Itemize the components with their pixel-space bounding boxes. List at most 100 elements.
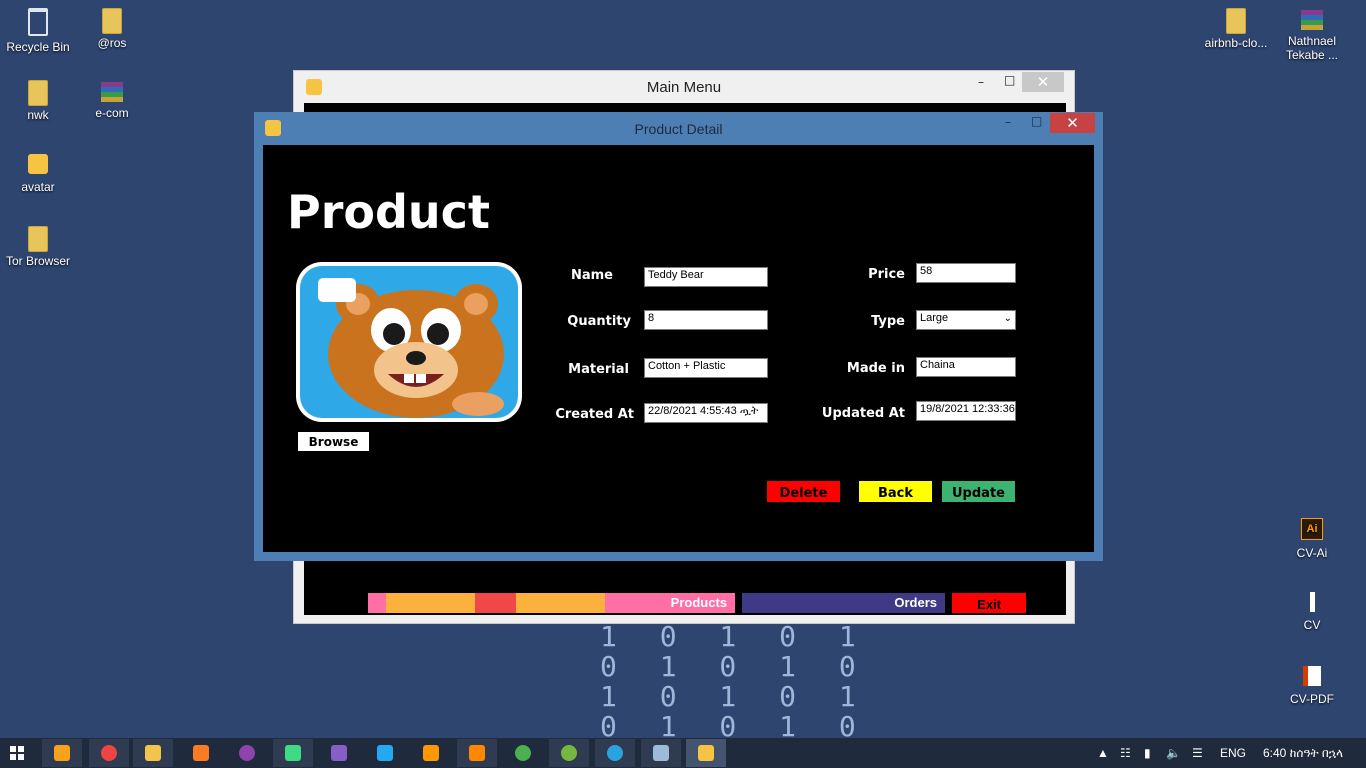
recycle-bin-icon (28, 8, 48, 36)
desktop-icon-e-com[interactable]: e-com (74, 78, 150, 120)
material-label: Material (568, 362, 629, 377)
desktop-icon-nathnael[interactable]: Nathnael Tekabe ... (1274, 6, 1350, 62)
back-button[interactable]: Back (859, 481, 932, 502)
type-label: Type (871, 314, 905, 329)
desktop-icon-label: airbnb-clo... (1204, 36, 1268, 50)
created-at-field[interactable]: 22/8/2021 4:55:43 ጧት (644, 403, 768, 423)
file-explorer-icon[interactable] (133, 739, 173, 767)
orders-bar[interactable]: Orders (742, 593, 945, 613)
product-detail-client: Product Browse Name Teddy Bear Quantity … (263, 145, 1094, 552)
language-indicator[interactable]: ENG (1220, 746, 1246, 760)
desktop-icon-label: CV-PDF (1289, 692, 1334, 706)
desktop-icon-avatar[interactable]: avatar (0, 152, 76, 194)
orders-label: Orders (894, 595, 937, 610)
desktop-icon-label: CV-Ai (1296, 546, 1328, 560)
price-label: Price (868, 267, 905, 282)
quantity-label: Quantity (567, 314, 631, 329)
search-icon[interactable] (42, 739, 82, 767)
page-title: Product (287, 185, 490, 239)
vlc-icon[interactable] (457, 739, 497, 767)
desktop-icon-ros[interactable]: @ros (74, 6, 150, 50)
exit-button[interactable]: Exit (952, 593, 1026, 613)
desktop-icon-label: Tor Browser (5, 254, 70, 268)
illustrator-icon: Ai (1301, 518, 1323, 540)
window-title: Main Menu (646, 79, 722, 96)
network-icon[interactable]: ☷ (1120, 746, 1131, 760)
folder-icon (28, 80, 48, 106)
update-button[interactable]: Update (942, 481, 1015, 502)
updated-at-field[interactable]: 19/8/2021 12:33:36 (916, 401, 1016, 421)
desktop-icon-nwk[interactable]: nwk (0, 78, 76, 122)
window-title: Product Detail (634, 121, 723, 137)
taskbar: ▲ ☷ ▮ 🔈 ☰ ENG 6:40 ከሰዓት በኋላ (0, 738, 1366, 768)
quantity-field[interactable]: 8 (644, 310, 768, 330)
desktop-icon-label: avatar (21, 180, 55, 194)
type-select-value: Large (920, 312, 949, 324)
github-icon[interactable] (227, 739, 267, 767)
document-icon (1309, 592, 1315, 612)
app-icon[interactable] (686, 739, 726, 767)
android-studio-icon[interactable] (273, 739, 313, 767)
chrome-icon[interactable] (89, 739, 129, 767)
minimize-button[interactable]: – (1005, 115, 1011, 129)
archive-icon (101, 82, 123, 102)
desktop-icon-cv[interactable]: CV (1274, 590, 1350, 632)
made-in-field[interactable]: Chaina (916, 357, 1016, 377)
battery-icon[interactable]: ▮ (1144, 746, 1151, 760)
exit-label: Exit (977, 597, 1001, 612)
sublime-icon[interactable] (411, 739, 451, 767)
clock[interactable]: 6:40 ከሰዓት በኋላ (1263, 746, 1343, 761)
close-button[interactable]: ✕ (1050, 113, 1095, 133)
product-image (296, 262, 522, 422)
products-bar[interactable]: Products (368, 593, 735, 613)
created-at-label: Created At (555, 407, 634, 422)
products-label: Products (670, 595, 727, 610)
close-button[interactable]: ✕ (1022, 72, 1064, 92)
made-in-label: Made in (846, 361, 905, 376)
xampp-icon[interactable] (181, 739, 221, 767)
binary-row: 0 1 0 1 0 (600, 650, 869, 683)
chevron-up-icon[interactable]: ▲ (1097, 746, 1109, 760)
desktop-icon-label: Recycle Bin (6, 40, 70, 54)
desktop-icon-label: @ros (97, 36, 127, 50)
desktop-icon-label: e-com (95, 106, 129, 120)
image-icon (28, 154, 48, 174)
message-icon[interactable]: ☰ (1192, 746, 1203, 760)
binary-row: 1 0 1 0 1 (600, 680, 869, 713)
desktop-icon-cv-ai[interactable]: Ai CV-Ai (1274, 516, 1350, 560)
teddy-bear-image (300, 266, 518, 418)
desktop-icon-tor-browser[interactable]: Tor Browser (0, 224, 76, 268)
utorrent-icon[interactable] (549, 739, 589, 767)
price-field[interactable]: 58 (916, 263, 1016, 283)
chrome-icon[interactable] (503, 739, 543, 767)
visual-studio-icon[interactable] (319, 739, 359, 767)
folder-icon (102, 8, 122, 34)
desktop-icon-recycle-bin[interactable]: Recycle Bin (0, 6, 76, 54)
name-field[interactable]: Teddy Bear (644, 267, 768, 287)
main-menu-titlebar[interactable]: Main Menu – □ ✕ (294, 71, 1074, 103)
vscode-icon[interactable] (365, 739, 405, 767)
windows-start-icon[interactable] (10, 746, 24, 760)
binary-row: 1 0 1 0 1 (600, 620, 869, 653)
folder-icon (1226, 8, 1246, 34)
chevron-down-icon: ⌄ (1003, 313, 1012, 324)
maximize-button[interactable]: □ (1004, 73, 1015, 87)
maximize-button[interactable]: □ (1031, 114, 1042, 128)
material-field[interactable]: Cotton + Plastic (644, 358, 768, 378)
archive-icon (1301, 10, 1323, 30)
minimize-button[interactable]: – (978, 75, 984, 89)
desktop-icon-cv-pdf[interactable]: CV-PDF (1274, 664, 1350, 706)
desktop-icon-airbnb[interactable]: airbnb-clo... (1198, 6, 1274, 50)
name-label: Name (570, 268, 613, 283)
product-detail-window: Product Detail – □ ✕ Product Browse Name… (254, 112, 1103, 561)
volume-icon[interactable]: 🔈 (1166, 746, 1181, 760)
desktop-icon-label: nwk (27, 108, 49, 122)
folder-icon (28, 226, 48, 252)
pdf-icon (1303, 666, 1321, 686)
remote-desktop-icon[interactable] (641, 739, 681, 767)
desktop-icon-label: Nathnael Tekabe ... (1285, 34, 1339, 62)
delete-button[interactable]: Delete (767, 481, 840, 502)
browse-button[interactable]: Browse (298, 432, 369, 451)
telegram-icon[interactable] (595, 739, 635, 767)
type-select[interactable]: Large ⌄ (916, 310, 1016, 330)
